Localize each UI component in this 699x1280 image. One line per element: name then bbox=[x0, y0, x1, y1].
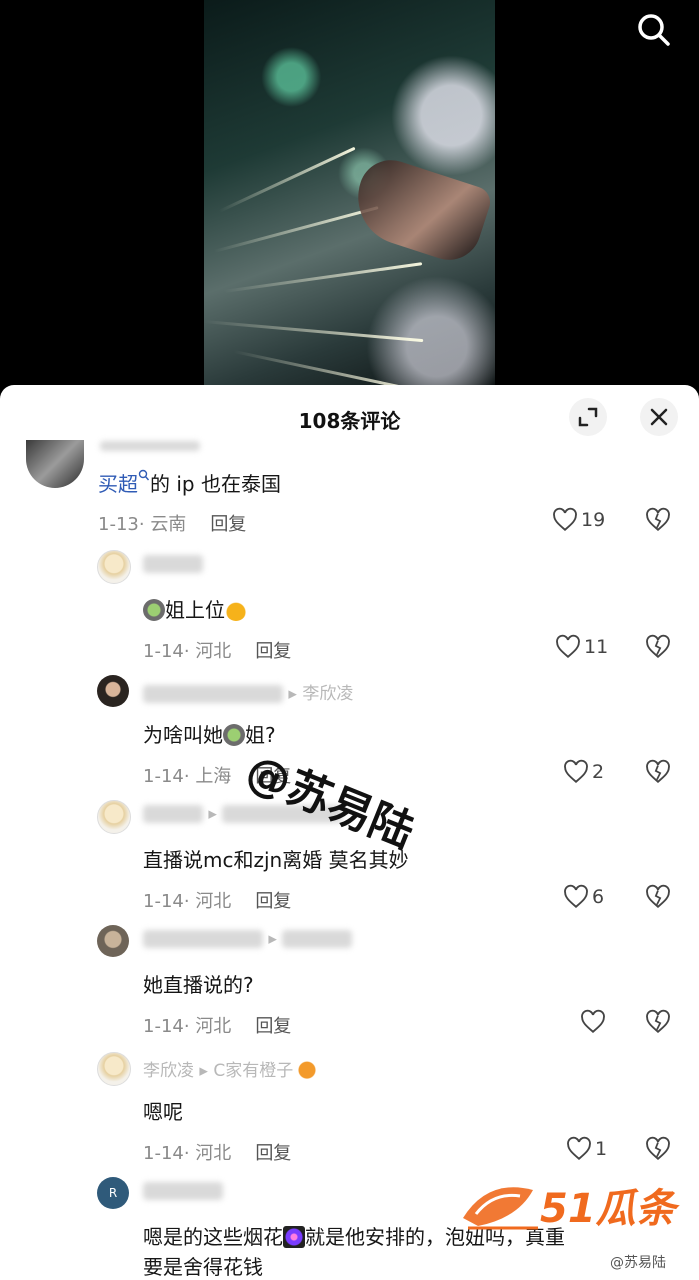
comment-text: 她直播说的? bbox=[143, 973, 254, 997]
avatar[interactable] bbox=[97, 800, 131, 834]
search-icon bbox=[138, 469, 150, 481]
avatar[interactable] bbox=[97, 1052, 131, 1086]
firework-streak bbox=[213, 206, 379, 253]
broken-heart-icon[interactable] bbox=[645, 884, 671, 910]
username-blurred[interactable]: ▸ 李欣凌 bbox=[143, 679, 353, 704]
like-count: 11 bbox=[584, 636, 609, 658]
comment-text: 直播说mc和zjn离婚 莫名其妙 bbox=[143, 848, 409, 872]
comment-date: 1-14 bbox=[143, 1016, 184, 1037]
comment-item: 买超的 ip 也在泰国 1-13· 云南 回复 19 bbox=[0, 440, 699, 540]
comment-meta: 1-14· 河北 回复 bbox=[143, 1143, 292, 1164]
like-count: 2 bbox=[592, 761, 605, 783]
search-keyword-link[interactable]: 买超 bbox=[98, 472, 138, 496]
heart-icon bbox=[564, 884, 588, 908]
avatar[interactable] bbox=[97, 925, 129, 957]
avatar[interactable]: R bbox=[97, 1177, 129, 1209]
comment-date: 1-13 bbox=[98, 514, 139, 535]
comment-location: 河北 bbox=[195, 641, 232, 662]
comment-location: 云南 bbox=[150, 514, 187, 535]
broken-heart-icon[interactable] bbox=[645, 759, 671, 785]
reply-button[interactable]: 回复 bbox=[255, 1143, 291, 1164]
search-button[interactable] bbox=[634, 10, 674, 50]
like-count: 6 bbox=[592, 886, 605, 908]
like-count: 19 bbox=[581, 509, 606, 531]
username-blurred[interactable] bbox=[100, 436, 200, 456]
avatar-initial-icon: R bbox=[108, 1186, 118, 1200]
comment-date: 1-14 bbox=[143, 641, 184, 662]
heart-icon bbox=[581, 1009, 605, 1033]
comment-location: 上海 bbox=[195, 766, 232, 787]
reply-to-name[interactable]: 李欣凌 bbox=[302, 684, 353, 704]
like-count: 1 bbox=[595, 1138, 608, 1160]
like-button[interactable]: 19 bbox=[552, 505, 605, 535]
avatar[interactable] bbox=[26, 440, 84, 488]
matcha-emoji bbox=[223, 724, 245, 746]
username-blurred[interactable]: ▸ bbox=[143, 929, 353, 949]
avatar[interactable] bbox=[97, 550, 131, 584]
heart-icon bbox=[564, 759, 588, 783]
like-button[interactable]: 6 bbox=[563, 882, 604, 912]
reply-item: 姐上位 1-14· 河北 回复 11 bbox=[0, 550, 699, 662]
comment-date: 1-14 bbox=[143, 891, 184, 912]
heart-icon bbox=[556, 634, 580, 658]
expand-button[interactable] bbox=[569, 398, 607, 436]
like-button[interactable]: 1 bbox=[566, 1134, 607, 1164]
broken-heart-icon[interactable] bbox=[645, 634, 671, 660]
comment-meta: 1-14· 河北 回复 bbox=[143, 1016, 292, 1037]
comment-location: 河北 bbox=[195, 1016, 232, 1037]
video-player[interactable] bbox=[0, 0, 699, 400]
username[interactable]: 李欣凌 ▸ C家有橙子 bbox=[143, 1056, 319, 1081]
username-blurred[interactable] bbox=[143, 1181, 223, 1201]
firework-emoji bbox=[283, 1226, 305, 1248]
reply-button[interactable]: 回复 bbox=[255, 1016, 291, 1037]
like-button[interactable]: 2 bbox=[563, 757, 604, 787]
reply-to-name[interactable]: C家有橙子 bbox=[213, 1061, 293, 1081]
broken-heart-icon[interactable] bbox=[645, 507, 671, 533]
broken-heart-icon[interactable] bbox=[645, 1136, 671, 1162]
reply-button[interactable]: 回复 bbox=[255, 641, 291, 662]
comment-text-line2: 要是舍得花钱 bbox=[143, 1255, 263, 1279]
comment-meta: 1-14· 河北 回复 bbox=[143, 891, 292, 912]
username-blurred[interactable] bbox=[143, 554, 203, 574]
matcha-emoji bbox=[143, 599, 165, 621]
lucky-bag-emoji bbox=[225, 599, 247, 621]
comment-meta: 1-14· 河北 回复 bbox=[143, 641, 292, 662]
comment-date: 1-14 bbox=[143, 766, 184, 787]
comment-location: 河北 bbox=[195, 1143, 232, 1164]
reply-item: ▸ 她直播说的? 1-14· 河北 回复 bbox=[0, 925, 699, 1037]
firework-streak bbox=[203, 320, 424, 343]
comment-text: 嗯呢 bbox=[143, 1100, 183, 1124]
comment-location: 河北 bbox=[195, 891, 232, 912]
heart-icon bbox=[553, 507, 577, 531]
like-button[interactable]: 11 bbox=[555, 632, 608, 662]
broken-heart-icon[interactable] bbox=[645, 1009, 671, 1035]
avatar[interactable] bbox=[97, 675, 129, 707]
firework-streak bbox=[218, 146, 356, 213]
comment-author[interactable]: 李欣凌 bbox=[143, 1061, 194, 1081]
comment-text: 姐上位 bbox=[143, 594, 247, 623]
firework-streak bbox=[223, 262, 423, 293]
heart-icon bbox=[567, 1136, 591, 1160]
close-button[interactable] bbox=[640, 398, 678, 436]
comment-date: 1-14 bbox=[143, 1143, 184, 1164]
site-logo: 51瓜条 bbox=[540, 1186, 676, 1232]
reply-button[interactable]: 回复 bbox=[210, 514, 246, 535]
comment-text: 买超的 ip 也在泰国 bbox=[98, 468, 281, 497]
search-icon bbox=[638, 14, 670, 46]
close-icon bbox=[650, 408, 668, 426]
credit-text: @苏易陆 bbox=[610, 1255, 666, 1271]
comment-meta: 1-13· 云南 回复 bbox=[98, 514, 247, 535]
comment-text: 为啥叫她 姐? bbox=[143, 723, 276, 747]
reply-item: ▸ 李欣凌 为啥叫她 姐? 1-14· 上海 回复 2 bbox=[0, 675, 699, 787]
orange-emoji bbox=[296, 1058, 319, 1080]
like-button[interactable] bbox=[580, 1007, 609, 1037]
reply-button[interactable]: 回复 bbox=[255, 891, 291, 912]
expand-icon bbox=[578, 407, 598, 427]
reply-item: 李欣凌 ▸ C家有橙子 嗯呢 1-14· 河北 回复 1 bbox=[0, 1052, 699, 1164]
